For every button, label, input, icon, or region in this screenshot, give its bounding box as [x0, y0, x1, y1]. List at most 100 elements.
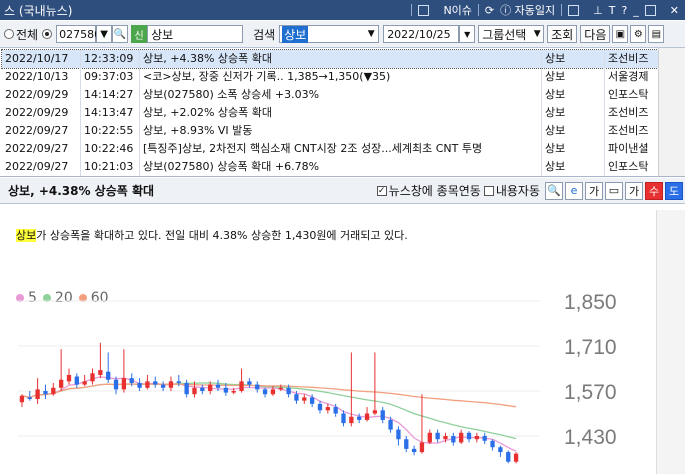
news-title: [특징주]상보, 2차전지 핵심소재 CNT시장 2조 성장...세계최초 CN…: [140, 140, 542, 158]
candle-down: [113, 379, 119, 390]
news-row[interactable]: 2022/09/27 10:21:03 상보(027580) 상승폭 확대 +6.7…: [2, 158, 658, 176]
window-titlebar: 스 (국내뉴스) N이슈 ⟳ ⓘ 자동일지 ⊥ T ? _ ✕: [0, 0, 685, 20]
news-list: 2022/10/17 12:33:09 상보, +4.38% 상승폭 확대 상보 조선비…: [0, 48, 685, 177]
next-button[interactable]: 다음: [580, 25, 611, 43]
news-title: <코>상보, 장중 신저가 기록.. 1,385→1,350(▼35): [140, 68, 542, 86]
news-row[interactable]: 2022/10/13 09:37:03 <코>상보, 장중 신저가 기록.. 1,3…: [2, 68, 658, 86]
news-date: 2022/10/13: [2, 68, 81, 86]
lookup-button[interactable]: 조회: [547, 25, 578, 43]
chevron-down-icon[interactable]: ▼: [531, 29, 543, 39]
article-title: 상보, +4.38% 상승폭 확대: [8, 184, 155, 198]
news-category: 상보: [542, 122, 605, 140]
candle-down: [506, 452, 511, 462]
candle-up: [121, 378, 127, 390]
candle-down: [498, 447, 503, 453]
expand-icon[interactable]: ▤: [648, 25, 665, 43]
search-label: 검색: [253, 27, 276, 42]
candle-down: [176, 381, 181, 383]
candle-down: [223, 387, 229, 393]
linked-checkbox[interactable]: ✓ 뉴스창에 종목연동: [376, 182, 481, 199]
news-title: 상보(027580) 소폭 상승세 +3.03%: [140, 86, 542, 104]
news-row[interactable]: 2022/09/29 14:14:27 상보(027580) 소폭 상승세 +3.0…: [2, 86, 658, 104]
issue-button[interactable]: N이슈: [443, 2, 471, 18]
auto-content-checkbox[interactable]: 내용자동: [483, 182, 540, 199]
minimize-icon[interactable]: _: [633, 4, 639, 17]
news-title: 상보, +8.93% VI 발동: [140, 122, 542, 140]
candle-down: [333, 407, 338, 414]
layout-icon[interactable]: [418, 4, 437, 16]
article-scrollbar[interactable]: [656, 210, 685, 474]
candle-up: [349, 416, 354, 424]
candle-down: [255, 384, 260, 390]
news-row[interactable]: 2022/09/29 14:13:47 상보, +2.02% 상승폭 확대 상보 조선비…: [2, 104, 658, 122]
search-icon[interactable]: 🔍: [112, 25, 129, 43]
news-row[interactable]: 2022/09/27 10:22:46 [특징주]상보, 2차전지 핵심소재 CNT…: [2, 140, 658, 158]
news-time: 10:22:46: [81, 140, 140, 158]
news-category: 상보: [542, 86, 605, 104]
news-row[interactable]: 2022/09/27 10:22:55 상보, +8.93% VI 발동 상보 조선비즈: [2, 122, 658, 140]
news-row[interactable]: 2022/10/17 12:33:09 상보, +4.38% 상승폭 확대 상보 조선비…: [1, 49, 659, 69]
candle-down: [137, 382, 142, 388]
calendar-dropdown-icon[interactable]: ▼: [459, 25, 476, 43]
candle-up: [459, 432, 464, 443]
candle-down: [411, 448, 417, 453]
news-date: 2022/09/29: [2, 86, 81, 104]
radio-all[interactable]: 전체: [4, 26, 38, 43]
candle-up: [145, 381, 150, 388]
candle-up: [231, 391, 236, 393]
candle-up: [364, 413, 370, 420]
candle-down: [309, 397, 315, 404]
candle-down: [27, 397, 32, 400]
news-source: 인포스탁: [608, 88, 649, 101]
candle-down: [357, 416, 362, 420]
font-size-down-icon[interactable]: 가: [585, 181, 603, 200]
close-icon[interactable]: ✕: [670, 4, 679, 17]
link-icon[interactable]: [568, 4, 587, 16]
refresh-icon[interactable]: ⟳: [485, 4, 494, 17]
browser-icon[interactable]: e: [565, 181, 583, 200]
code-dropdown-icon[interactable]: ▼: [96, 25, 113, 43]
news-category: 상보: [542, 50, 605, 68]
zoom-icon[interactable]: 🔍: [545, 181, 563, 200]
lock-icon[interactable]: ▣: [612, 25, 629, 43]
pin-icon[interactable]: ⊥: [593, 4, 603, 17]
gear-icon[interactable]: ⚙: [630, 25, 647, 43]
divider: [477, 4, 479, 16]
candle-up: [513, 453, 519, 462]
candle-down: [262, 389, 268, 395]
maximize-icon[interactable]: [644, 4, 664, 16]
stock-name-field[interactable]: 상보: [147, 25, 244, 43]
group-select[interactable]: 그룹선택 ▼: [478, 25, 545, 43]
news-time: 14:13:47: [81, 104, 140, 122]
font-size-up-icon[interactable]: 가: [625, 181, 643, 200]
news-category: 상보: [542, 140, 605, 158]
news-title: 상보, +2.02% 상승폭 확대: [140, 104, 542, 122]
auto-journal-button[interactable]: ⓘ 자동일지: [500, 2, 555, 18]
candle-up: [427, 432, 432, 443]
candle-up: [278, 387, 283, 390]
edit-button[interactable]: 수: [645, 181, 663, 200]
candle-down: [482, 436, 487, 441]
font-button[interactable]: 도: [665, 181, 683, 200]
print-icon[interactable]: ▭: [605, 181, 623, 200]
stock-code-input[interactable]: 027580: [56, 25, 101, 43]
candle-up: [372, 410, 378, 414]
candle-down: [404, 439, 409, 449]
candle-up: [302, 397, 307, 401]
news-title: 상보(027580) 상승폭 확대 +6.78%: [140, 158, 542, 176]
news-source: 서울경제: [608, 70, 649, 83]
candle-up: [168, 381, 174, 388]
font-button[interactable]: T: [609, 4, 616, 17]
chevron-down-icon[interactable]: ▼: [364, 29, 378, 39]
radio-code[interactable]: [42, 29, 53, 39]
candle-down: [341, 413, 346, 424]
keyword-search-input[interactable]: 상보 ▼: [279, 25, 380, 43]
news-date: 2022/10/17: [2, 50, 81, 68]
list-scrollbar[interactable]: [658, 48, 685, 176]
ma-5-line: [21, 376, 517, 452]
date-input[interactable]: 2022/10/25: [383, 25, 460, 43]
new-badge[interactable]: 신: [131, 25, 148, 43]
help-button[interactable]: ?: [621, 4, 627, 17]
candle-up: [82, 381, 87, 385]
candle-up: [19, 395, 25, 403]
